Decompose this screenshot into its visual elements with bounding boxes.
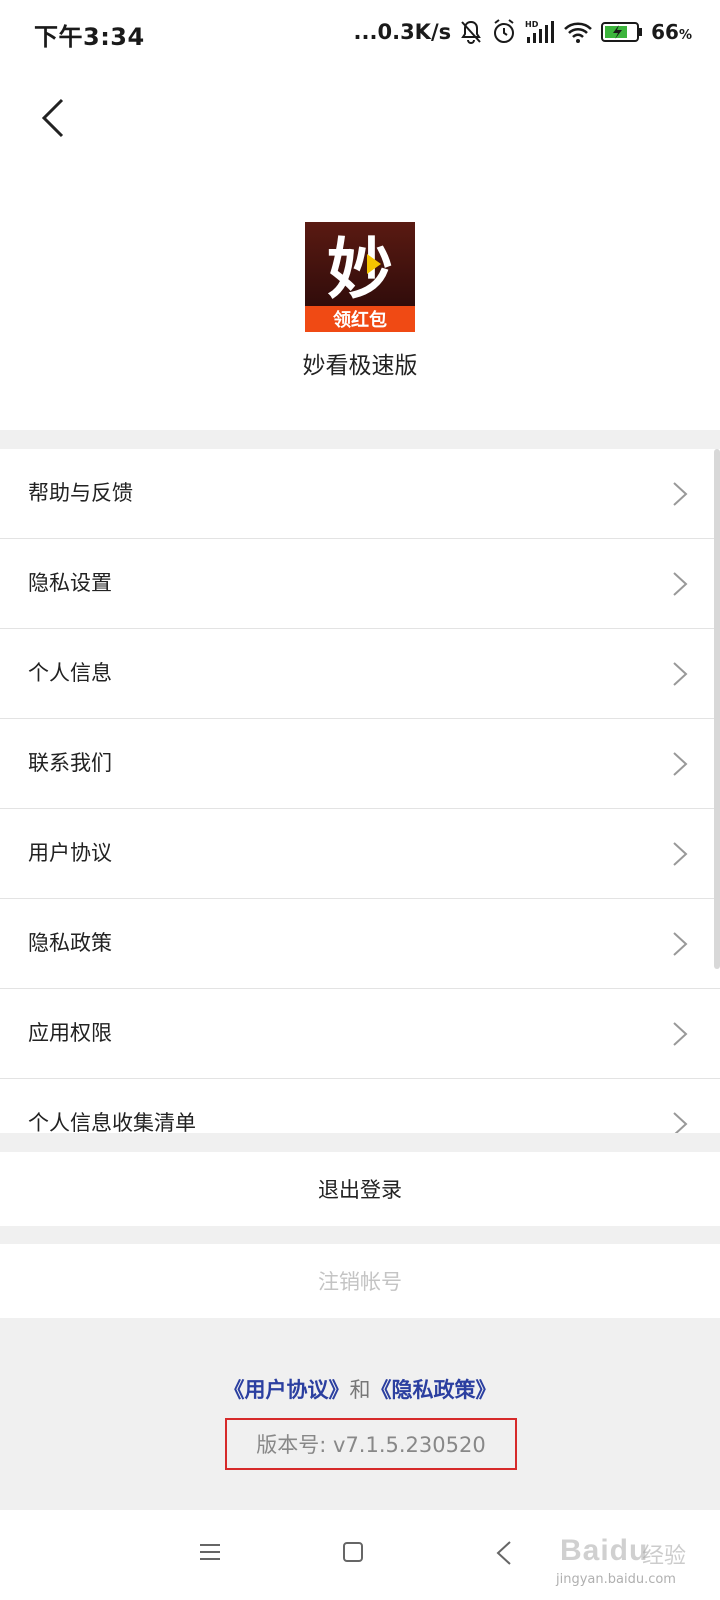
battery-percent: 66% (651, 20, 692, 44)
menu-item-app-permissions[interactable]: 应用权限 (0, 989, 720, 1079)
logo-banner-text: 领红包 (333, 309, 387, 331)
menu-item-personal-info[interactable]: 个人信息 (0, 629, 720, 719)
logout-button[interactable]: 退出登录 (0, 1152, 720, 1226)
bell-muted-icon (461, 20, 481, 45)
menu-item-label: 用户协议 (28, 841, 112, 865)
menu-item-label: 帮助与反馈 (28, 481, 133, 505)
menu-icon[interactable] (198, 1540, 222, 1564)
chevron-right-icon (673, 752, 688, 776)
menu-item-contact-us[interactable]: 联系我们 (0, 719, 720, 809)
watermark-brand: Baidu (560, 1534, 649, 1567)
app-name: 妙看极速版 (302, 353, 418, 379)
alarm-icon (494, 19, 515, 43)
menu-item-label: 个人信息 (28, 661, 112, 685)
scrollbar[interactable] (714, 449, 720, 969)
watermark-url: jingyan.baidu.com (556, 1572, 676, 1587)
status-right-group: ...0.3K/s HD 66% (354, 16, 692, 48)
privacy-policy-link[interactable]: 《隐私政策》 (371, 1378, 497, 1402)
menu-item-privacy-settings[interactable]: 隐私设置 (0, 539, 720, 629)
menu-item-label: 应用权限 (28, 1021, 112, 1045)
chevron-right-icon (673, 572, 688, 596)
menu-item-user-agreement[interactable]: 用户协议 (0, 809, 720, 899)
chevron-right-icon (673, 1022, 688, 1046)
menu-item-label: 隐私设置 (28, 571, 112, 595)
cancel-account-button[interactable]: 注销帐号 (0, 1244, 720, 1318)
wifi-icon (564, 22, 593, 43)
menu-item-label: 联系我们 (28, 751, 112, 775)
chevron-right-icon (673, 662, 688, 686)
legal-links: 《用户协议》和《隐私政策》 (0, 1374, 720, 1404)
menu-item-label: 隐私政策 (28, 931, 112, 955)
settings-menu: 帮助与反馈 隐私设置 个人信息 联系我们 用户协议 隐私政策 应用权限 个人信息… (0, 449, 720, 1133)
hd-signal-icon: HD (525, 20, 555, 43)
svg-text:HD: HD (525, 20, 539, 29)
chevron-left-icon (41, 98, 64, 138)
menu-item-privacy-policy[interactable]: 隐私政策 (0, 899, 720, 989)
menu-item-label: 个人信息收集清单 (28, 1111, 196, 1133)
back-button[interactable] (28, 88, 78, 148)
status-bar: 下午3:34 ...0.3K/s HD 66% (0, 0, 720, 64)
battery-charging-icon (601, 22, 643, 42)
chevron-right-icon (673, 482, 688, 506)
watermark-cn: 经验 (642, 1544, 687, 1569)
back-triangle-icon[interactable] (494, 1540, 514, 1566)
chevron-right-icon (673, 932, 688, 956)
chevron-right-icon (673, 1112, 688, 1133)
version-number: 版本号: v7.1.5.230520 (256, 1433, 486, 1457)
about-header: 妙 领红包 妙看极速版 (0, 64, 720, 430)
app-logo: 妙 领红包 (305, 222, 415, 332)
links-connector: 和 (349, 1378, 371, 1402)
user-agreement-link[interactable]: 《用户协议》 (224, 1378, 350, 1402)
network-speed: ...0.3K/s (353, 20, 452, 44)
status-time: 下午3:34 (34, 23, 145, 51)
menu-item-info-collection-list[interactable]: 个人信息收集清单 (0, 1079, 720, 1133)
home-square-icon[interactable] (341, 1540, 365, 1564)
chevron-right-icon (673, 842, 688, 866)
menu-item-help-feedback[interactable]: 帮助与反馈 (0, 449, 720, 539)
logo-glyph: 妙 (327, 231, 393, 308)
